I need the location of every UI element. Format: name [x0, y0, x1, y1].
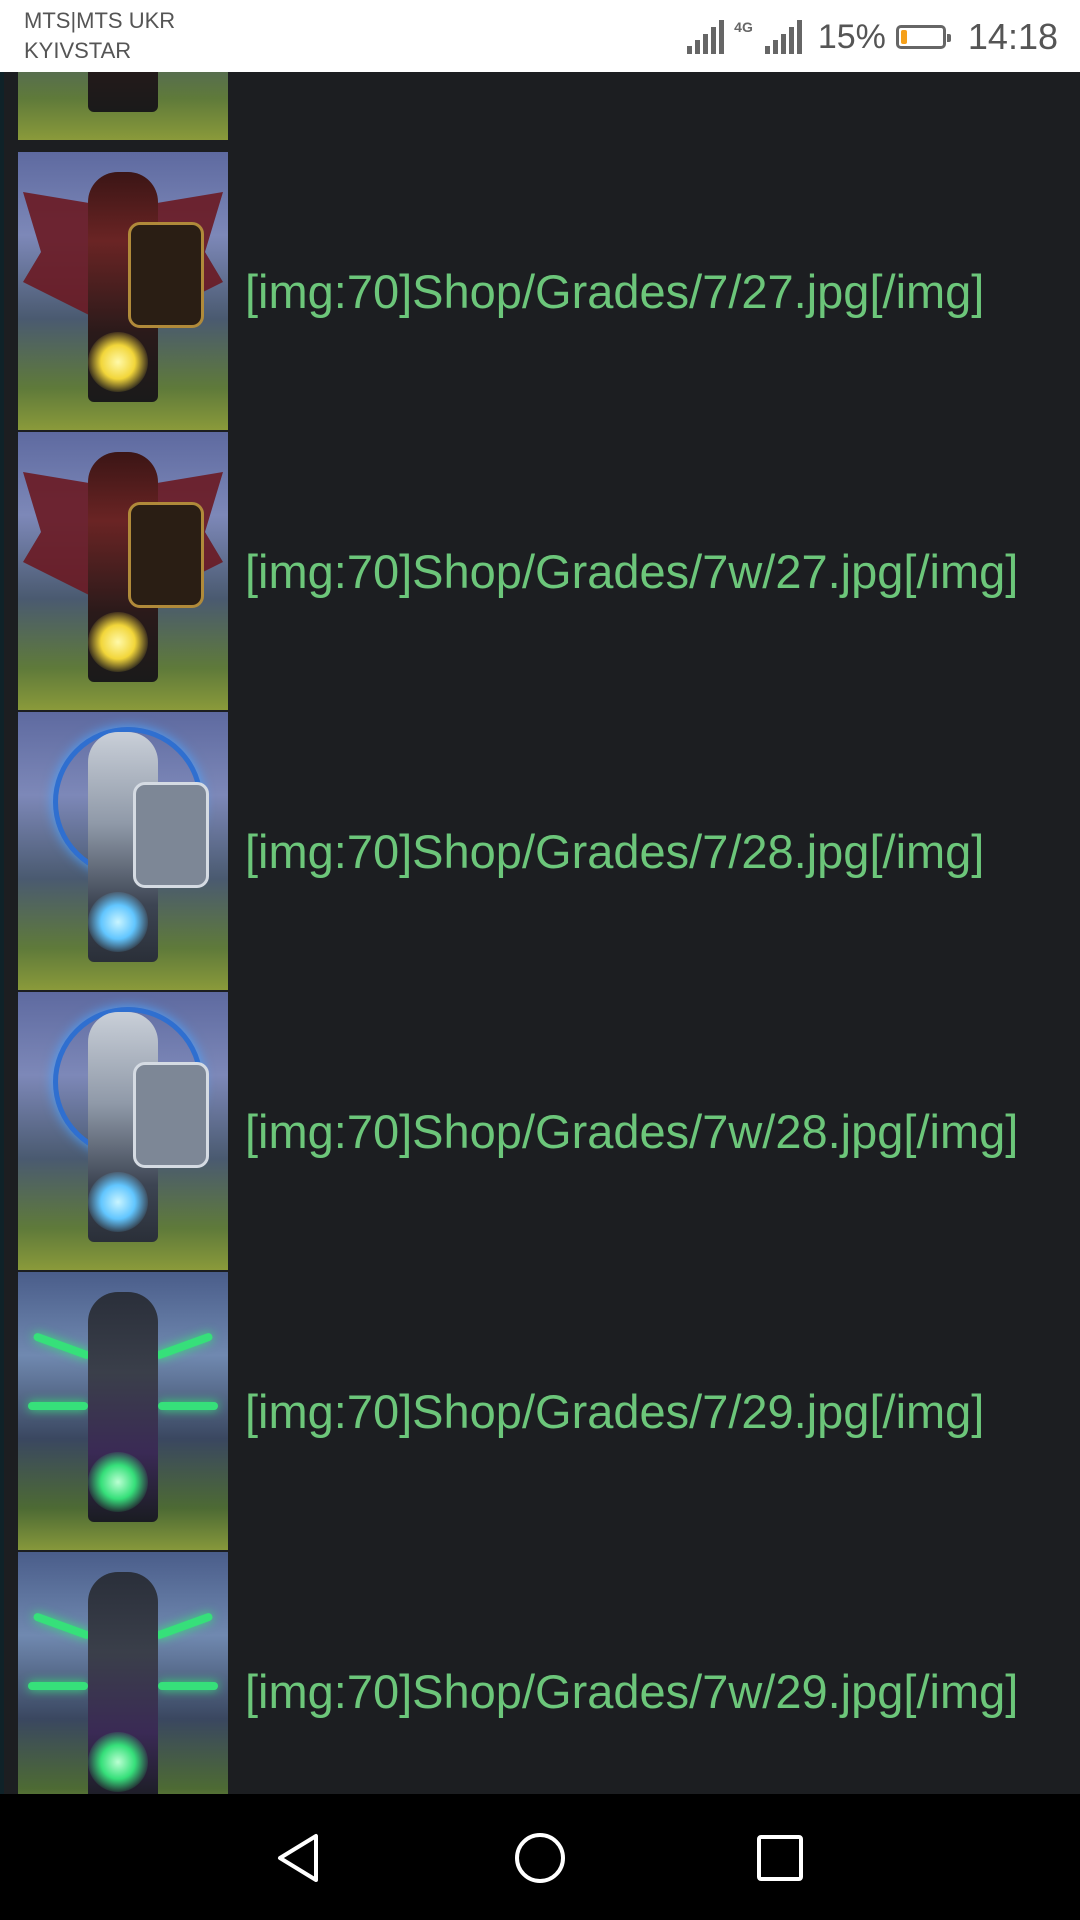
- recent-square-icon[interactable]: [750, 1828, 810, 1888]
- navigation-bar: [0, 1794, 1080, 1920]
- list-item: [img:70]Shop/Grades/7w/28.jpg[/img]: [18, 992, 1080, 1272]
- battery-icon: [895, 25, 951, 49]
- list-item: [img:70]Shop/Grades/7/29.jpg[/img]: [18, 1272, 1080, 1552]
- status-bar: MTS|MTS UKR KYIVSTAR 4G 15% 14:18: [0, 0, 1080, 72]
- carrier-line-1: MTS|MTS UKR: [24, 8, 176, 33]
- item-thumbnail: [18, 72, 228, 140]
- item-thumbnail: [18, 712, 228, 990]
- battery-fill: [900, 30, 907, 44]
- status-indicators: 4G 15% 14:18: [687, 12, 1058, 62]
- list-item: [img:70]Shop/Grades/7/28.jpg[/img]: [18, 712, 1080, 992]
- list-item: [img:70]Shop/Grades/7w/29.jpg[/img]: [18, 1552, 1080, 1794]
- item-thumbnail: [18, 152, 228, 430]
- item-label: [img:70]Shop/Grades/7w/28.jpg[/img]: [245, 1105, 1019, 1158]
- item-thumbnail: [18, 1552, 228, 1794]
- signal-icon: [687, 20, 725, 54]
- carrier-info: MTS|MTS UKR KYIVSTAR: [24, 6, 175, 66]
- carrier-line-2: KYIVSTAR: [24, 38, 132, 63]
- item-label: [img:70]Shop/Grades/7w/27.jpg[/img]: [245, 545, 1019, 598]
- item-thumbnail: [18, 1272, 228, 1550]
- signal-icon-2: [764, 20, 802, 54]
- list-item-partial: [18, 72, 1080, 142]
- list-item: [img:70]Shop/Grades/7/27.jpg[/img]: [18, 152, 1080, 432]
- network-type-label: 4G: [734, 19, 753, 35]
- item-label: [img:70]Shop/Grades/7/28.jpg[/img]: [245, 825, 985, 878]
- item-thumbnail: [18, 432, 228, 710]
- item-label: [img:70]Shop/Grades/7/27.jpg[/img]: [245, 265, 985, 318]
- item-label: [img:70]Shop/Grades/7w/29.jpg[/img]: [245, 1665, 1019, 1718]
- battery-percent: 15%: [817, 17, 886, 56]
- content-list[interactable]: [img:70]Shop/Grades/7/27.jpg[/img] [img:…: [0, 72, 1080, 1794]
- clock: 14:18: [967, 16, 1058, 57]
- list-item: [img:70]Shop/Grades/7w/27.jpg[/img]: [18, 432, 1080, 712]
- item-thumbnail: [18, 992, 228, 1270]
- back-triangle-icon[interactable]: [270, 1828, 330, 1888]
- home-circle-icon[interactable]: [510, 1828, 570, 1888]
- item-label: [img:70]Shop/Grades/7/29.jpg[/img]: [245, 1385, 985, 1438]
